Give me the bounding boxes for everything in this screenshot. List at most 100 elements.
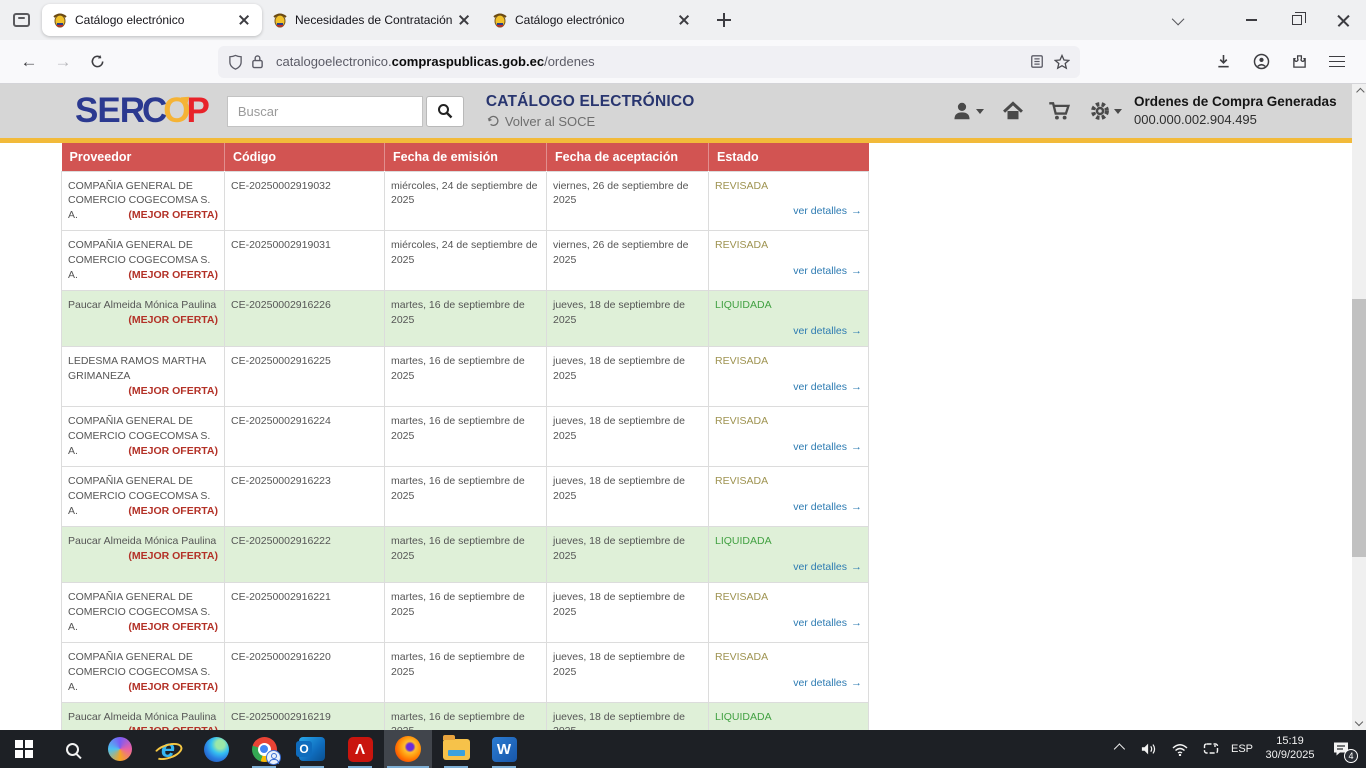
cart-button[interactable] xyxy=(1036,91,1082,131)
scroll-up-arrow[interactable] xyxy=(1352,84,1366,100)
col-proveedor: Proveedor xyxy=(62,143,225,171)
close-button[interactable] xyxy=(1320,0,1366,40)
reload-icon xyxy=(90,54,105,69)
cell-codigo: CE-20250002916222 xyxy=(225,526,385,583)
table-row: Paucar Almeida Mónica Paulina (MEJOR OFE… xyxy=(62,526,869,583)
best-offer-label: (MEJOR OFERTA) xyxy=(128,384,218,399)
cell-proveedor: LEDESMA RAMOS MARTHA GRIMANEZA (MEJOR OF… xyxy=(62,347,225,407)
tray-display-connect[interactable] xyxy=(1199,730,1223,768)
back-to-soce-link[interactable]: Volver al SOCE xyxy=(486,114,695,129)
list-all-tabs-button[interactable] xyxy=(1158,0,1200,40)
new-tab-button[interactable] xyxy=(710,6,738,34)
puzzle-icon xyxy=(1292,54,1307,69)
internet-explorer-icon: e xyxy=(155,736,181,762)
browser-tab-2[interactable]: Necesidades de Contratación y xyxy=(262,4,482,36)
ver-detalles-link[interactable]: ver detalles xyxy=(793,381,847,393)
tray-show-hidden-icons[interactable] xyxy=(1106,730,1130,768)
ver-detalles-link[interactable]: ver detalles xyxy=(793,501,847,513)
ver-detalles-link[interactable]: ver detalles xyxy=(793,561,847,573)
back-button[interactable]: ← xyxy=(12,46,46,78)
chevron-down-icon xyxy=(1171,12,1184,25)
best-offer-label: (MEJOR OFERTA) xyxy=(128,313,218,328)
tray-network[interactable] xyxy=(1168,730,1192,768)
downloads-button[interactable] xyxy=(1206,46,1240,78)
browser-tab-1[interactable]: Catálogo electrónico xyxy=(42,4,262,36)
menu-button[interactable] xyxy=(1320,46,1354,78)
hamburger-icon xyxy=(1329,56,1345,68)
cell-fecha-emision: martes, 16 de septiembre de 2025 xyxy=(385,347,547,407)
account-button[interactable] xyxy=(1244,46,1278,78)
table-row: COMPAÑIA GENERAL DE COMERCIO COGECOMSA S… xyxy=(62,231,869,291)
cell-estado: LIQUIDADA ver detalles → xyxy=(709,290,869,347)
cell-fecha-aceptacion: jueves, 18 de septiembre de 2025 xyxy=(547,642,709,702)
taskbar-search-button[interactable] xyxy=(48,730,96,768)
cell-fecha-emision: martes, 16 de septiembre de 2025 xyxy=(385,407,547,467)
firefox-view-button[interactable] xyxy=(6,5,36,35)
sercop-logo[interactable]: SERCOP xyxy=(75,91,209,131)
scroll-down-arrow[interactable] xyxy=(1352,714,1366,730)
reload-button[interactable] xyxy=(80,46,114,78)
taskbar-edge-button[interactable] xyxy=(192,730,240,768)
table-row: COMPAÑIA GENERAL DE COMERCIO COGECOMSA S… xyxy=(62,466,869,526)
taskbar-file-explorer-button[interactable] xyxy=(432,730,480,768)
arrow-right-icon: → xyxy=(851,677,862,689)
taskbar-chrome-button[interactable] xyxy=(240,730,288,768)
copilot-icon xyxy=(108,737,132,761)
search-button[interactable] xyxy=(426,96,464,127)
vertical-scrollbar[interactable] xyxy=(1352,84,1366,730)
search-input[interactable] xyxy=(227,96,423,127)
taskbar-copilot-button[interactable] xyxy=(96,730,144,768)
ver-detalles-link[interactable]: ver detalles xyxy=(793,325,847,337)
close-icon xyxy=(1337,14,1350,27)
browser-tab-3[interactable]: Catálogo electrónico xyxy=(482,4,702,36)
cell-proveedor: COMPAÑIA GENERAL DE COMERCIO COGECOMSA S… xyxy=(62,171,225,231)
taskbar-acrobat-button[interactable]: Λ xyxy=(336,730,384,768)
tab-close-icon[interactable] xyxy=(454,10,474,30)
tray-clock[interactable]: 15:19 30/9/2025 xyxy=(1261,735,1319,763)
arrow-right-icon: → xyxy=(851,325,862,337)
url-bar[interactable]: catalogoelectronico.compraspublicas.gob.… xyxy=(218,46,1080,78)
status-badge: LIQUIDADA xyxy=(715,298,862,313)
home-button[interactable] xyxy=(990,91,1036,131)
arrow-right-icon: → xyxy=(851,205,862,217)
ver-detalles-link[interactable]: ver detalles xyxy=(793,441,847,453)
ver-detalles-link[interactable]: ver detalles xyxy=(793,265,847,277)
scrollbar-thumb[interactable] xyxy=(1352,299,1366,557)
ver-detalles-link[interactable]: ver detalles xyxy=(793,677,847,689)
taskbar-internet-explorer-button[interactable]: e xyxy=(144,730,192,768)
start-button[interactable] xyxy=(0,730,48,768)
detail-row-wrap: ver detalles→ xyxy=(715,560,862,576)
tab-close-icon[interactable] xyxy=(674,10,694,30)
taskbar-firefox-button[interactable] xyxy=(384,730,432,768)
windows-taskbar: e O Λ W ESP 15:19 30/9/ xyxy=(0,730,1366,768)
orders-table: Proveedor Código Fecha de emisión Fecha … xyxy=(61,143,869,759)
ver-detalles-link[interactable]: ver detalles xyxy=(793,205,847,217)
taskbar-word-button[interactable]: W xyxy=(480,730,528,768)
shield-icon[interactable] xyxy=(228,54,243,70)
browser-toolbar: ← → catalogoelectronico.compraspublicas.… xyxy=(0,40,1366,84)
bookmark-star-icon[interactable] xyxy=(1054,54,1070,70)
lock-icon[interactable] xyxy=(251,54,264,69)
ver-detalles-link[interactable]: ver detalles xyxy=(793,617,847,629)
table-row: COMPAÑIA GENERAL DE COMERCIO COGECOMSA S… xyxy=(62,407,869,467)
forward-button[interactable]: → xyxy=(46,46,80,78)
notification-center-button[interactable]: 4 xyxy=(1326,730,1356,768)
restore-button[interactable] xyxy=(1274,0,1320,40)
settings-menu-button[interactable] xyxy=(1082,91,1128,131)
extensions-button[interactable] xyxy=(1282,46,1316,78)
tab-close-icon[interactable] xyxy=(234,10,254,30)
detail-row-wrap: ver detalles → xyxy=(715,324,862,340)
provider-name: LEDESMA RAMOS MARTHA GRIMANEZA xyxy=(68,355,206,382)
tray-volume[interactable] xyxy=(1137,730,1161,768)
best-offer-label: (MEJOR OFERTA) xyxy=(128,620,218,635)
user-menu-button[interactable] xyxy=(944,91,990,131)
taskbar-outlook-button[interactable]: O xyxy=(288,730,336,768)
minimize-button[interactable] xyxy=(1228,0,1274,40)
reader-view-icon[interactable] xyxy=(1030,54,1044,69)
cell-fecha-aceptacion: viernes, 26 de septiembre de 2025 xyxy=(547,171,709,231)
tray-language[interactable]: ESP xyxy=(1230,730,1254,768)
cell-codigo: CE-20250002916223 xyxy=(225,466,385,526)
cell-proveedor: COMPAÑIA GENERAL DE COMERCIO COGECOMSA S… xyxy=(62,231,225,291)
arrow-right-icon: → xyxy=(851,265,862,277)
best-offer-label: (MEJOR OFERTA) xyxy=(128,208,218,223)
